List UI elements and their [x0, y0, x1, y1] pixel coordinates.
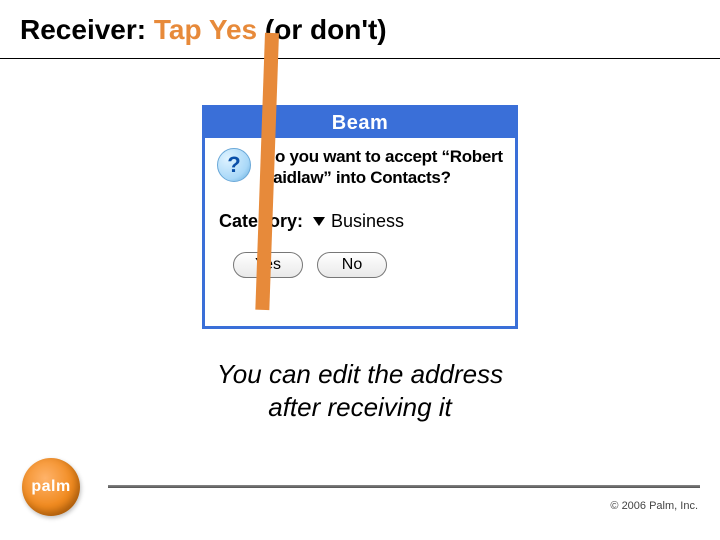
- dialog-title: Beam: [205, 108, 515, 138]
- slide-caption: You can edit the address after receiving…: [0, 358, 720, 423]
- heading-part1: Receiver:: [20, 14, 154, 45]
- palm-logo: palm: [22, 458, 80, 516]
- caption-line-2: after receiving it: [0, 391, 720, 424]
- footer-divider: [108, 485, 700, 488]
- dialog-question-row: ? Do you want to accept “Robert Laidlaw”…: [205, 138, 515, 193]
- dialog-button-row: Yes No: [205, 232, 515, 278]
- heading-divider: [0, 58, 720, 59]
- slide-heading: Receiver: Tap Yes (or don't): [20, 14, 387, 46]
- beam-dialog: Beam ? Do you want to accept “Robert Lai…: [202, 105, 518, 329]
- chevron-down-icon: [313, 217, 325, 226]
- category-dropdown[interactable]: Business: [313, 211, 404, 232]
- category-value: Business: [331, 211, 404, 232]
- copyright-text: © 2006 Palm, Inc.: [610, 500, 698, 512]
- heading-part2: Tap Yes: [154, 14, 257, 45]
- question-mark-icon: ?: [217, 148, 251, 182]
- caption-line-1: You can edit the address: [0, 358, 720, 391]
- category-row: Category: Business: [205, 193, 515, 232]
- dialog-question-text: Do you want to accept “Robert Laidlaw” i…: [263, 146, 503, 189]
- no-button[interactable]: No: [317, 252, 387, 278]
- slide: Receiver: Tap Yes (or don't) Beam ? Do y…: [0, 0, 720, 540]
